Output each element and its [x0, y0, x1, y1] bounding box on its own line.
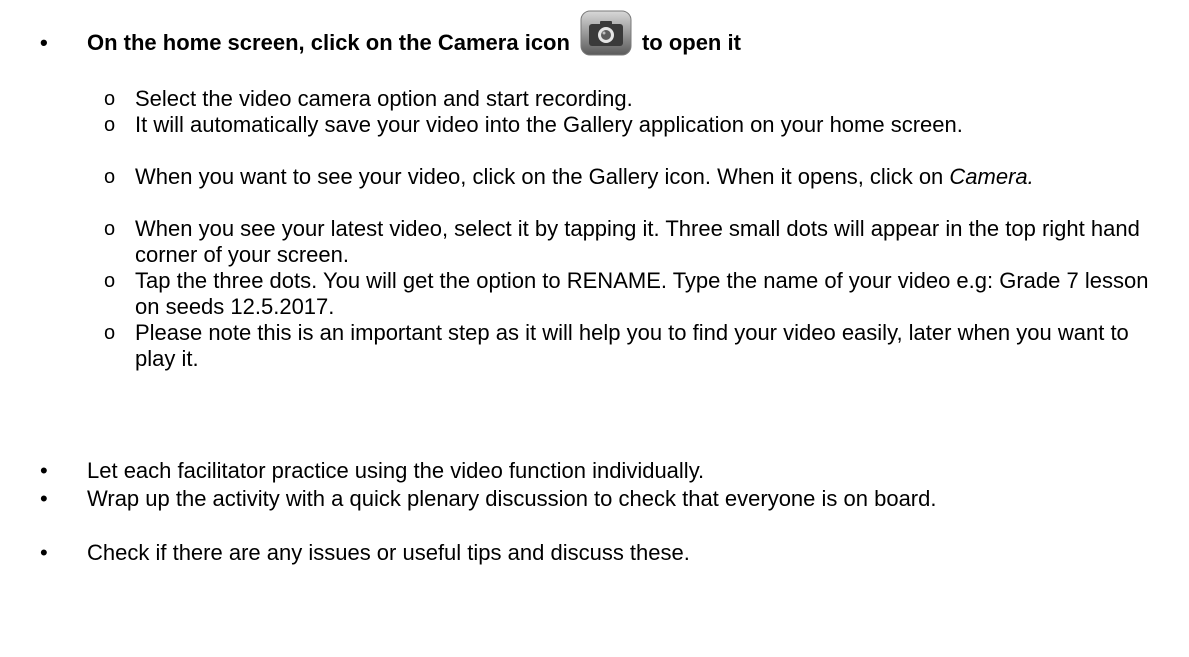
- step-marker: o: [104, 166, 116, 188]
- document-page: • On the home screen, click on the Camer…: [0, 0, 1189, 657]
- main-bullet-before-icon: On the home screen, click on the Camera …: [87, 30, 570, 55]
- step-marker: o: [104, 322, 116, 344]
- bullet-dot: •: [40, 30, 48, 55]
- step-text-plain: When you want to see your video, click o…: [135, 164, 950, 189]
- step-text: Select the video camera option and start…: [135, 86, 633, 111]
- bullet-text: Check if there are any issues or useful …: [87, 540, 690, 565]
- step-text: Tap the three dots. You will get the opt…: [135, 268, 1149, 319]
- step-text: It will automatically save your video in…: [135, 112, 963, 137]
- step-text: When you see your latest video, select i…: [135, 216, 1140, 267]
- step-marker: o: [104, 218, 116, 240]
- step-text: When you want to see your video, click o…: [135, 164, 1175, 190]
- bullet-text: Let each facilitator practice using the …: [87, 458, 705, 483]
- main-bullet-after-icon: to open it: [641, 30, 741, 55]
- bullet-dot: •: [40, 540, 48, 565]
- main-bullet-text: On the home screen, click on the Camera …: [87, 10, 1167, 56]
- bullet-dot: •: [40, 458, 48, 483]
- bullet-text: Wrap up the activity with a quick plenar…: [87, 486, 937, 511]
- step-text-italic: Camera.: [949, 164, 1034, 189]
- camera-icon: [580, 10, 632, 56]
- step-marker: o: [104, 114, 116, 136]
- step-marker: o: [104, 88, 116, 110]
- step-text: Please note this is an important step as…: [135, 320, 1129, 371]
- step-marker: o: [104, 270, 116, 292]
- bullet-dot: •: [40, 486, 48, 511]
